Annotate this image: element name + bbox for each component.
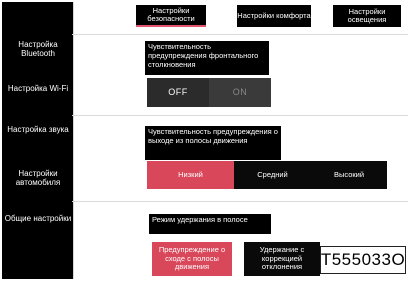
tab-safety-settings[interactable]: Настройки безопасности: [136, 5, 206, 27]
high-option[interactable]: Высокий: [311, 161, 387, 189]
on-option[interactable]: ON: [209, 78, 271, 107]
forward-collision-caption: Чувствительность предупреждения фронталь…: [145, 41, 269, 75]
image-code-label: T555033O: [320, 246, 406, 274]
divider: [72, 34, 408, 35]
lane-departure-caption: Чувствительность предупреждения о выходе…: [145, 126, 281, 160]
medium-option[interactable]: Средний: [234, 161, 311, 189]
departure-warning-option[interactable]: Предупреждение о сходе с полосы движения: [152, 242, 232, 276]
divider: [72, 115, 408, 116]
sidebar-item-label: Настройка Wi-Fi: [7, 83, 69, 93]
off-option[interactable]: OFF: [147, 78, 209, 107]
deviation-correction-option[interactable]: Удержание с коррекцией отклонения: [244, 242, 320, 276]
divider: [72, 201, 408, 202]
sidebar-item-general[interactable]: Общие настройки: [2, 207, 74, 229]
tab-comfort-settings[interactable]: Настройки комфорта: [237, 5, 311, 27]
sidebar-item-vehicle[interactable]: Настройки автомобиля: [2, 165, 74, 191]
settings-screen: Настройка Bluetooth Настройка Wi-Fi Наст…: [2, 2, 408, 279]
settings-sidebar: Настройка Bluetooth Настройка Wi-Fi Наст…: [2, 2, 74, 279]
sidebar-item-label: Настройка Bluetooth: [18, 40, 58, 58]
sidebar-item-wifi[interactable]: Настройка Wi-Fi: [2, 78, 74, 98]
lane-departure-selector[interactable]: Низкий Средний Высокий: [147, 161, 387, 189]
lane-keeping-caption: Режим удержания в полосе: [149, 214, 271, 234]
lane-keeping-selector[interactable]: Предупреждение о сходе с полосы движения…: [152, 242, 320, 276]
sidebar-item-sound[interactable]: Настройка звука: [2, 118, 74, 140]
sidebar-item-label: Настройка звука: [7, 124, 69, 134]
forward-collision-toggle[interactable]: OFF ON: [147, 78, 271, 107]
sidebar-item-label: Общие настройки: [4, 213, 72, 223]
sidebar-item-label: Настройки автомобиля: [15, 169, 61, 187]
tab-lighting-settings[interactable]: Настройки освещения: [333, 5, 401, 27]
sidebar-item-bluetooth[interactable]: Настройка Bluetooth: [2, 36, 74, 62]
low-option[interactable]: Низкий: [147, 161, 234, 189]
